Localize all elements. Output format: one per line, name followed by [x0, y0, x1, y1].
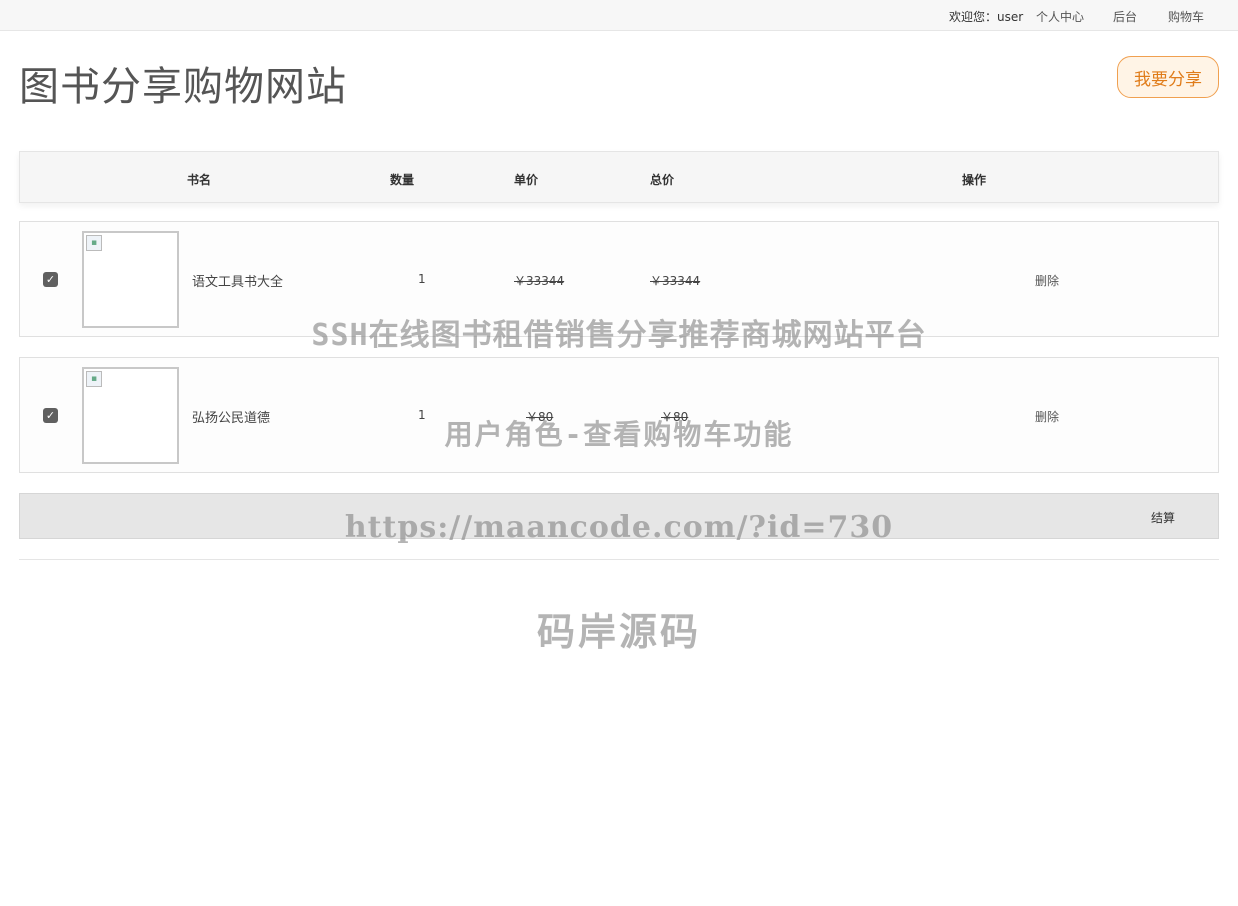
share-button[interactable]: 我要分享 — [1117, 56, 1219, 98]
column-header-actions: 操作 — [962, 173, 987, 187]
row-checkbox[interactable]: ✓ — [43, 272, 58, 287]
broken-image-icon: ▪ — [86, 235, 102, 251]
watermark-title: SSH在线图书租借销售分享推荐商城网站平台 — [311, 318, 927, 353]
nav-link-cart[interactable]: 购物车 — [1168, 8, 1204, 25]
column-header-quantity: 数量 — [390, 173, 415, 187]
unit-price: ￥33344 — [514, 274, 565, 288]
delete-button[interactable]: 删除 — [1035, 272, 1059, 289]
divider — [19, 559, 1219, 560]
site-title[interactable]: 图书分享购物网站 — [19, 54, 347, 112]
watermark-subtitle: 用户角色-查看购物车功能 — [444, 418, 794, 451]
welcome-text: 欢迎您：user — [949, 10, 1024, 24]
column-header-unit-price: 单价 — [514, 173, 539, 187]
watermark-url: https://maancode.com/?id=730 — [344, 510, 894, 545]
watermark-brand: 码岸源码 — [536, 610, 701, 654]
broken-image-icon: ▪ — [86, 371, 102, 387]
book-quantity: 1 — [418, 272, 426, 286]
total-price: ￥33344 — [650, 274, 701, 288]
nav-link-admin[interactable]: 后台 — [1113, 8, 1137, 25]
nav-link-profile[interactable]: 个人中心 — [1036, 8, 1084, 25]
column-header-total-price: 总价 — [650, 173, 675, 187]
book-name: 语文工具书大全 — [192, 275, 284, 290]
top-bar: 欢迎您：user 个人中心 后台 购物车 — [0, 0, 1238, 31]
cart-table-header: 书名 数量 单价 总价 操作 — [19, 151, 1219, 203]
column-header-book-name: 书名 — [187, 173, 212, 187]
